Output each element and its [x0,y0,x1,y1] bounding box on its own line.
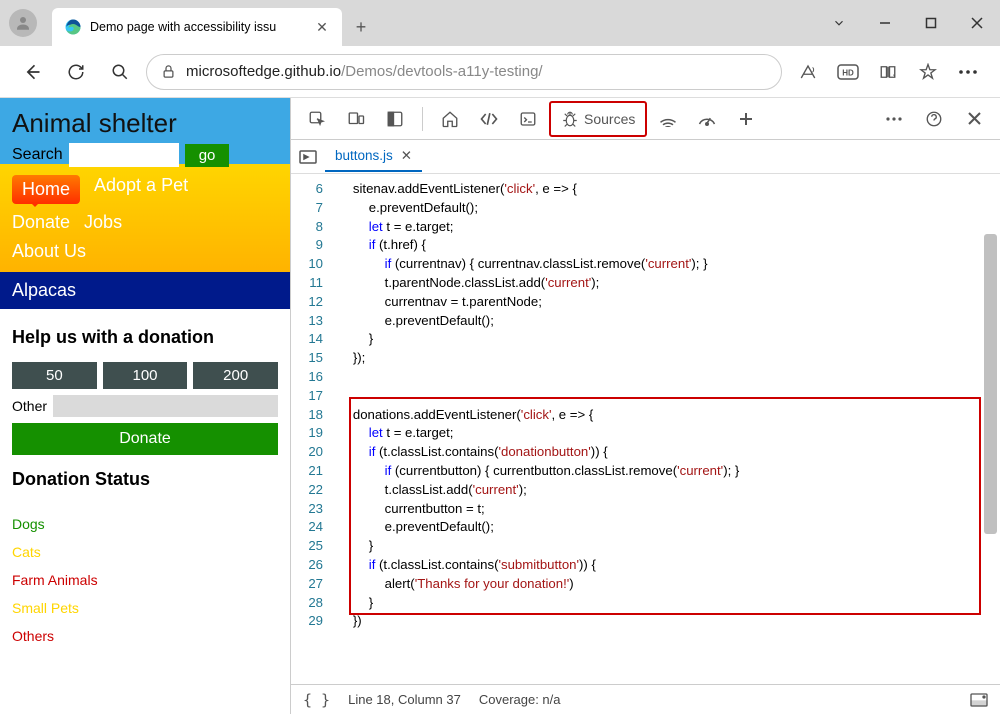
refresh-button[interactable] [58,54,94,90]
favorites-icon[interactable] [910,54,946,90]
cursor-position: Line 18, Column 37 [348,692,461,707]
lock-icon [161,64,176,79]
close-button[interactable] [954,0,1000,46]
devtools-statusbar: { } Line 18, Column 37 Coverage: n/a [291,684,1000,714]
other-label: Other [12,398,47,414]
nav-donate[interactable]: Donate [12,212,70,233]
other-input[interactable] [53,395,278,417]
maximize-button[interactable] [908,0,954,46]
pretty-print-icon[interactable]: { } [303,691,330,709]
nav-home[interactable]: Home [12,175,80,204]
device-icon[interactable] [338,103,374,135]
tab-title: Demo page with accessibility issu [90,20,306,34]
more-button[interactable] [950,54,986,90]
search-label: Search [12,146,63,164]
console-icon[interactable] [510,103,546,135]
home-icon[interactable] [432,103,468,135]
devtools-tabbar: Sources [291,98,1000,140]
donation-heading: Help us with a donation [12,327,278,348]
back-button[interactable] [14,54,50,90]
code-editor[interactable]: 6 sitenav.addEventListener('click', e =>… [291,174,1000,684]
nav-about[interactable]: About Us [12,241,86,262]
file-tab-label: buttons.js [335,148,393,163]
edge-icon [64,18,82,36]
coverage-status: Coverage: n/a [479,692,561,707]
read-aloud-icon[interactable] [790,54,826,90]
welcome-icon[interactable] [377,103,413,135]
url-text: microsoftedge.github.io/Demos/devtools-a… [186,63,543,80]
status-others[interactable]: Others [12,622,278,650]
help-icon[interactable] [916,103,952,135]
hd-icon[interactable]: HD [830,54,866,90]
inspect-icon[interactable] [299,103,335,135]
new-tab-button[interactable]: + [342,8,380,46]
nav-adopt[interactable]: Adopt a Pet [94,175,188,204]
minimize-button[interactable] [862,0,908,46]
status-farm[interactable]: Farm Animals [12,566,278,594]
network-icon[interactable] [650,103,686,135]
tab-close-button[interactable]: ✕ [314,19,330,35]
go-button[interactable]: go [185,144,230,167]
file-tab-active[interactable]: buttons.js ✕ [325,142,422,172]
file-tabbar: buttons.js ✕ [291,140,1000,174]
navigator-toggle-icon[interactable] [299,150,317,164]
donation-200[interactable]: 200 [193,362,278,389]
add-tab-button[interactable] [728,103,764,135]
window-titlebar: Demo page with accessibility issu ✕ + [0,0,1000,46]
window-controls [816,0,1000,46]
status-cats[interactable]: Cats [12,538,278,566]
elements-icon[interactable] [471,103,507,135]
donation-50[interactable]: 50 [12,362,97,389]
search-input[interactable] [69,143,179,167]
reader-icon[interactable] [870,54,906,90]
sources-tab-active[interactable]: Sources [549,101,647,137]
svg-text:HD: HD [842,68,854,77]
devtools-panel: Sources buttons.js ✕ 6 sitenav.addEventL… [290,98,1000,714]
browser-toolbar: microsoftedge.github.io/Demos/devtools-a… [0,46,1000,98]
show-console-icon[interactable] [970,693,988,707]
donation-100[interactable]: 100 [103,362,188,389]
file-tab-close[interactable]: ✕ [401,148,412,164]
browser-tab-active[interactable]: Demo page with accessibility issu ✕ [52,8,342,46]
rendered-page: Animal shelter Search go Home Adopt a Pe… [0,98,290,714]
status-small[interactable]: Small Pets [12,594,278,622]
sources-label: Sources [584,111,635,127]
devtools-more-button[interactable] [876,103,912,135]
chevron-down-icon[interactable] [816,0,862,46]
scrollbar[interactable] [984,234,997,534]
devtools-close-button[interactable] [956,103,992,135]
breadcrumb-alpacas[interactable]: Alpacas [0,272,290,309]
page-title: Animal shelter [12,108,278,139]
nav-jobs[interactable]: Jobs [84,212,122,233]
performance-icon[interactable] [689,103,725,135]
status-heading: Donation Status [12,469,278,490]
address-bar[interactable]: microsoftedge.github.io/Demos/devtools-a… [146,54,782,90]
bug-icon [561,110,579,128]
donate-button[interactable]: Donate [12,423,278,455]
status-dogs[interactable]: Dogs [12,510,278,538]
search-button[interactable] [102,54,138,90]
profile-button[interactable] [0,0,46,46]
profile-icon [9,9,37,37]
